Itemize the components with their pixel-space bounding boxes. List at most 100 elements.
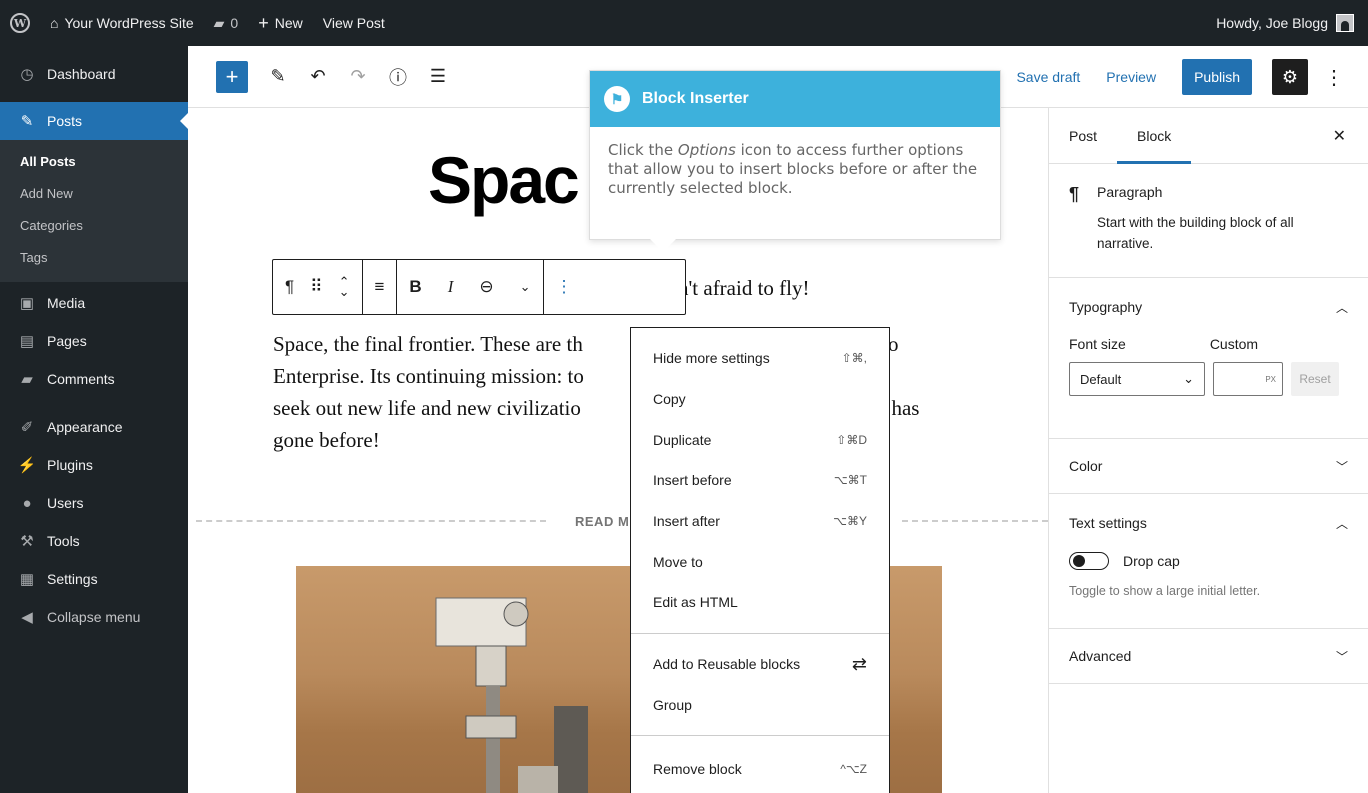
menu-item-copy[interactable]: Copy <box>631 379 889 420</box>
menu-separator <box>0 398 188 408</box>
tools-pencil-icon[interactable]: ✎ <box>268 66 288 87</box>
chevron-down-icon[interactable]: ⌄ <box>520 279 531 295</box>
typography-toggle[interactable]: Typography ︿ <box>1069 278 1348 336</box>
sidebar-item-media[interactable]: ▣ Media <box>0 284 188 322</box>
advanced-toggle[interactable]: Advanced ﹀ <box>1069 629 1348 683</box>
new-label: New <box>274 15 303 31</box>
read-more-block[interactable]: READ M <box>196 514 1048 529</box>
block-options-icon[interactable]: ⋮ <box>556 277 573 297</box>
undo-icon[interactable]: ↶ <box>308 66 328 87</box>
comments-link[interactable]: ▰ 0 <box>204 0 249 46</box>
menu-item-duplicate[interactable]: Duplicate ⇧⌘D <box>631 419 889 460</box>
custom-font-size-input[interactable]: PX <box>1213 362 1283 396</box>
text-settings-toggle[interactable]: Text settings ︿ <box>1069 494 1348 552</box>
users-icon: ● <box>22 494 32 512</box>
move-up-down-icon[interactable]: ⌃ ⌄ <box>339 275 350 298</box>
block-inserter-button[interactable]: + <box>216 60 248 93</box>
sidebar-item-label: Posts <box>47 113 83 129</box>
admin-sidebar: ◷ Dashboard ✎ Posts All Posts Add New Ca… <box>0 46 188 793</box>
sidebar-item-settings[interactable]: ▦ Settings <box>0 560 188 598</box>
bold-icon[interactable]: B <box>409 277 421 297</box>
tooltip-arrow <box>650 239 676 252</box>
menu-item-add-to-reusable[interactable]: Add to Reusable blocks ⇄ <box>631 644 889 685</box>
menu-item-edit-as-html[interactable]: Edit as HTML <box>631 582 889 623</box>
block-inserter-tooltip: ⚑ Block Inserter Click the Options icon … <box>589 70 1001 240</box>
info-icon[interactable]: ⓘ <box>388 64 408 90</box>
reset-button[interactable]: Reset <box>1291 362 1339 396</box>
paragraph-block-selected[interactable]: n't afraid to fly! <box>678 272 810 304</box>
wp-logo-menu[interactable]: W <box>0 0 40 46</box>
block-name: Paragraph <box>1097 184 1163 200</box>
menu-item-move-to[interactable]: Move to <box>631 541 889 582</box>
account-menu[interactable]: Howdy, Joe Blogg <box>1216 14 1368 32</box>
advanced-panel: Advanced ﹀ <box>1049 629 1368 684</box>
sidebar-item-tools[interactable]: ⚒ Tools <box>0 522 188 560</box>
post-title[interactable]: Spac <box>428 142 580 218</box>
drag-handle-icon[interactable]: ⠿ <box>310 277 322 297</box>
read-more-label: READ M <box>575 514 630 529</box>
link-icon[interactable]: ⊖ <box>479 277 493 297</box>
site-name-link[interactable]: ⌂ Your WordPress Site <box>40 0 204 46</box>
home-icon: ⌂ <box>50 15 59 31</box>
close-icon[interactable]: ✕ <box>1333 126 1346 146</box>
menu-item-insert-after[interactable]: Insert after ⌥⌘Y <box>631 501 889 542</box>
chevron-up-icon: ︿ <box>1335 516 1348 531</box>
menu-item-remove-block[interactable]: Remove block ^⌥Z <box>631 748 889 789</box>
view-post-label: View Post <box>322 15 385 31</box>
menu-item-hide-more-settings[interactable]: Hide more settings ⇧⌘, <box>631 338 889 379</box>
color-panel: Color ﹀ <box>1049 439 1368 494</box>
dashboard-icon: ◷ <box>20 66 34 83</box>
sidebar-item-users[interactable]: ● Users <box>0 484 188 522</box>
sidebar-item-label: Tools <box>47 533 80 549</box>
view-post-link[interactable]: View Post <box>313 0 395 46</box>
media-icon: ▣ <box>19 295 35 312</box>
menu-item-label: Add to Reusable blocks <box>653 656 801 673</box>
para-line: seek out new life and new civilizatio <box>273 396 581 420</box>
settings-gear-button[interactable]: ⚙ <box>1272 59 1308 95</box>
list-view-icon[interactable]: ☰ <box>428 66 448 87</box>
sidebar-item-label: Plugins <box>47 457 93 473</box>
menu-item-insert-before[interactable]: Insert before ⌥⌘T <box>631 460 889 501</box>
chevron-down-icon: ﹀ <box>1335 459 1348 474</box>
site-name: Your WordPress Site <box>64 15 194 31</box>
menu-item-group[interactable]: Group <box>631 685 889 726</box>
save-draft-button[interactable]: Save draft <box>1016 69 1080 85</box>
sidebar-item-dashboard[interactable]: ◷ Dashboard <box>0 46 188 102</box>
sidebar-item-appearance[interactable]: ✐ Appearance <box>0 408 188 446</box>
sidebar-item-posts[interactable]: ✎ Posts <box>0 102 188 140</box>
submenu-categories[interactable]: Categories <box>0 210 188 242</box>
preview-button[interactable]: Preview <box>1106 69 1156 85</box>
tab-post[interactable]: Post <box>1049 108 1117 164</box>
block-card: ¶ Paragraph Start with the building bloc… <box>1049 164 1368 278</box>
menu-item-label: Duplicate <box>653 431 712 448</box>
menu-item-label: Insert after <box>653 513 720 530</box>
unit-label: PX <box>1265 374 1276 384</box>
submenu-add-new[interactable]: Add New <box>0 178 188 210</box>
color-toggle[interactable]: Color ﹀ <box>1069 439 1348 493</box>
para-line: Space, the final frontier. These are th <box>273 332 583 356</box>
tab-block[interactable]: Block <box>1117 108 1192 164</box>
italic-icon[interactable]: I <box>448 277 454 297</box>
sidebar-item-plugins[interactable]: ⚡ Plugins <box>0 446 188 484</box>
settings-sidebar: Post Block ✕ ¶ Paragraph Start with the … <box>1048 108 1368 793</box>
tooltip-body: Click the Options icon to access further… <box>590 127 1000 212</box>
sidebar-item-comments[interactable]: ▰ Comments <box>0 360 188 398</box>
align-icon[interactable]: ≡ <box>375 277 385 297</box>
submenu-all-posts[interactable]: All Posts <box>0 146 188 178</box>
new-content-link[interactable]: + New <box>248 0 313 46</box>
sidebar-item-pages[interactable]: ▤ Pages <box>0 322 188 360</box>
shortcut-label: ⇧⌘, <box>841 351 867 366</box>
howdy-text: Howdy, Joe Blogg <box>1216 15 1328 31</box>
collapse-menu-button[interactable]: ◀ Collapse menu <box>0 598 188 636</box>
paragraph-icon[interactable]: ¶ <box>285 277 294 297</box>
submenu-tags[interactable]: Tags <box>0 242 188 274</box>
drop-cap-toggle[interactable] <box>1069 552 1109 570</box>
font-size-select[interactable]: Default ⌄ <box>1069 362 1205 396</box>
paragraph-icon: ¶ <box>1069 184 1080 204</box>
panel-title: Color <box>1069 458 1103 474</box>
redo-icon[interactable]: ↷ <box>348 66 368 87</box>
publish-button[interactable]: Publish <box>1182 59 1252 95</box>
more-options-icon[interactable]: ⋮ <box>1322 65 1346 90</box>
sidebar-item-label: Settings <box>47 571 98 587</box>
panel-title: Typography <box>1069 299 1143 315</box>
